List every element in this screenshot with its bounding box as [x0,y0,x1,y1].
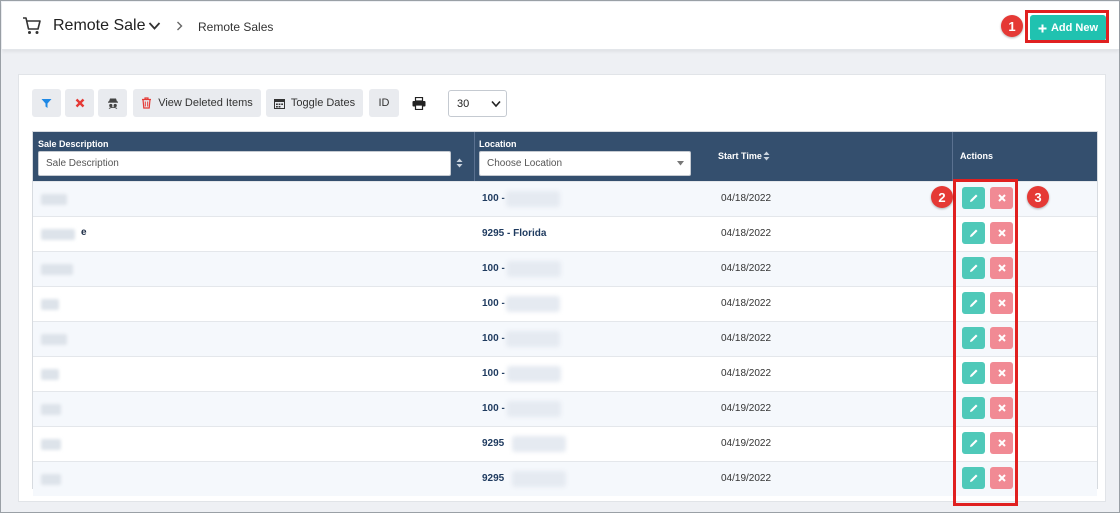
filter-icon [41,98,52,108]
description-filter-input[interactable]: Sale Description [38,151,451,176]
redacted-location [506,296,560,312]
location-cell: 100 - [482,193,505,204]
redacted-description [41,439,61,450]
actions-highlight [953,179,1018,506]
chevron-down-icon[interactable] [148,21,161,31]
location-cell: 100 - [482,368,505,379]
page-size-select[interactable]: 30 [448,90,507,117]
redacted-description [41,404,61,415]
sales-table: Sale Description Sale Description Locati… [32,131,1098,496]
breadcrumb[interactable]: Remote Sales [198,20,273,34]
column-header-description: Sale Description [38,139,109,149]
location-filter-placeholder: Choose Location [487,158,563,169]
id-button[interactable]: ID [369,89,399,117]
view-deleted-label: View Deleted Items [158,97,253,109]
trash-icon [142,97,152,109]
location-cell: 9295 [482,438,505,449]
chevron-right-icon [177,21,183,31]
redacted-location [506,191,560,207]
spy-icon [107,98,118,109]
redacted-location [512,436,566,452]
sort-icon[interactable] [763,151,770,161]
location-cell: 9295 - Florida [482,228,547,239]
location-cell: 100 - [482,333,505,344]
description-cell: e [81,227,87,238]
incognito-button[interactable] [98,89,127,117]
clear-filters-button[interactable] [65,89,94,117]
caret-down-icon [677,161,684,166]
redacted-location [507,366,561,382]
calendar-icon [273,98,285,109]
redacted-description [41,194,67,205]
redacted-location [506,331,560,347]
column-divider [474,132,475,181]
toggle-dates-label: Toggle Dates [290,97,356,109]
cart-icon [23,17,41,34]
table-row: 9295 04/19/2022 [33,426,1097,461]
redacted-description [41,474,61,485]
table-row: 100 - 04/19/2022 [33,391,1097,426]
table-row: 100 - 04/18/2022 [33,251,1097,286]
table-row: 9295 04/19/2022 [33,461,1097,496]
chevron-down-icon [491,100,501,108]
sort-icon[interactable] [456,158,463,168]
redacted-location [507,401,561,417]
start-time-cell: 04/18/2022 [721,263,772,274]
location-cell: 100 - [482,263,505,274]
print-icon[interactable] [412,97,426,110]
clear-icon [75,98,84,108]
callout-badge: 2 [931,186,953,208]
table-row: 100 - 04/18/2022 [33,321,1097,356]
column-divider [952,132,953,181]
start-time-cell: 04/18/2022 [721,298,772,309]
callout-badge: 1 [1001,15,1023,37]
redacted-description [41,369,59,380]
start-time-cell: 04/18/2022 [721,333,772,344]
start-time-cell: 04/18/2022 [721,193,772,204]
callout-badge: 3 [1027,186,1049,208]
redacted-description [41,299,59,310]
start-time-cell: 04/19/2022 [721,438,772,449]
id-label: ID [378,97,390,109]
column-header-start-time[interactable]: Start Time [718,151,762,161]
redacted-location [512,471,566,487]
location-filter-select[interactable]: Choose Location [479,151,691,176]
filter-button[interactable] [32,89,61,117]
redacted-description [41,334,67,345]
start-time-cell: 04/19/2022 [721,473,772,484]
view-deleted-button[interactable]: View Deleted Items [133,89,261,117]
location-cell: 100 - [482,403,505,414]
redacted-description [41,229,75,240]
table-row: 100 - 04/18/2022 [33,286,1097,321]
start-time-cell: 04/19/2022 [721,403,772,414]
column-header-location: Location [479,139,517,149]
main-panel: View Deleted Items Toggle Dates ID 30 Sa… [18,74,1106,502]
location-cell: 100 - [482,298,505,309]
table-row: 100 - 04/18/2022 [33,356,1097,391]
redacted-location [507,261,561,277]
column-header-actions: Actions [960,151,994,161]
page-size-value: 30 [457,97,470,110]
app-window: Remote Sale Remote Sales Add New View De… [0,0,1120,513]
add-new-highlight [1025,10,1109,43]
start-time-cell: 04/18/2022 [721,228,772,239]
table-header: Sale Description Sale Description Locati… [33,132,1097,181]
toggle-dates-button[interactable]: Toggle Dates [266,89,363,117]
app-title: Remote Sale [53,17,146,34]
redacted-description [41,264,73,275]
table-row: e 9295 - Florida 04/18/2022 [33,216,1097,251]
top-bar: Remote Sale Remote Sales Add New [2,2,1119,50]
start-time-cell: 04/18/2022 [721,368,772,379]
location-cell: 9295 [482,473,505,484]
